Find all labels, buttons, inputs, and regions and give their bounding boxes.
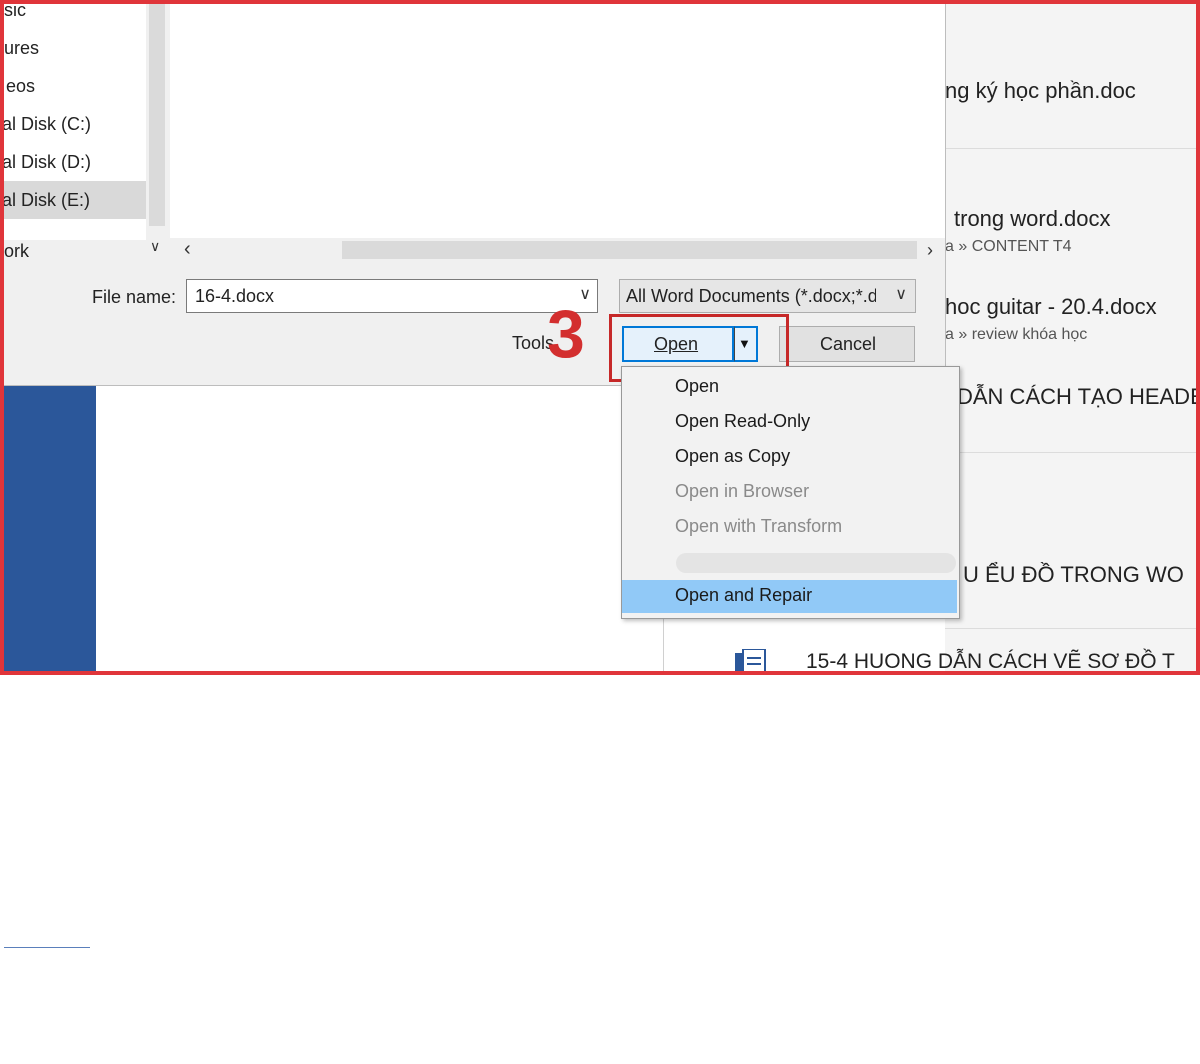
recent-separator [945, 628, 1200, 629]
sidebar-divider [4, 947, 90, 948]
nav-item-videos[interactable]: eos [0, 67, 146, 105]
chevron-down-icon[interactable]: ∨ [895, 284, 907, 304]
recent-item-path: a » CONTENT T4 [945, 238, 1072, 255]
word-doc-icon [735, 649, 766, 675]
nav-item-disk-e[interactable]: al Disk (E:) [0, 181, 146, 219]
nav-scrollbar[interactable]: ∨ [146, 0, 168, 265]
file-type-value: All Word Documents (*.docx;*.d [626, 286, 876, 306]
cancel-button-label: Cancel [819, 334, 877, 354]
recent-item-title: DẪN CÁCH TẠO HEADE [957, 384, 1200, 409]
scroll-right-icon[interactable]: › [927, 240, 933, 261]
file-name-input[interactable]: 16-4.docx ∨ [186, 279, 598, 313]
scrollbar-thumb[interactable] [149, 0, 165, 226]
nav-item-disk-c[interactable]: al Disk (C:) [0, 105, 146, 143]
menu-item-open-in-browser: Open in Browser [675, 481, 810, 501]
recent-item[interactable]: 15-4 HUONG DẪN CÁCH VẼ SƠ ĐỒ T [720, 643, 1200, 675]
scrollbar-thumb[interactable] [342, 241, 917, 259]
recent-item-title: ng ký học phần.doc [945, 78, 1136, 103]
recent-item-title: U ỂU ĐỒ TRONG WO [963, 562, 1184, 587]
sidebar-item-account[interactable]: nt [4, 982, 18, 1002]
navigation-pane: sic ures eos al Disk (C:) al Disk (D:) a… [0, 0, 146, 261]
file-type-select[interactable]: All Word Documents (*.docx;*.d ∨ [619, 279, 916, 313]
recent-item-title: trong word.docx [954, 206, 1111, 231]
nav-item-disk-d[interactable]: al Disk (D:) [0, 143, 146, 181]
open-options-menu: Open Open Read-Only Open as Copy Open in… [621, 366, 960, 619]
recent-item-title: hoc guitar - 20.4.docx [945, 294, 1157, 319]
chevron-down-icon[interactable]: ∨ [150, 238, 160, 255]
nav-item-music[interactable]: sic [0, 0, 146, 29]
menu-item-open[interactable]: Open [622, 371, 957, 404]
menu-item-open-and-repair[interactable]: Open and Repair [622, 580, 957, 613]
scroll-left-icon[interactable]: ‹ [184, 238, 191, 261]
file-list-pane[interactable] [170, 0, 945, 238]
file-name-value: 16-4.docx [195, 286, 275, 306]
recent-separator [945, 148, 1200, 149]
nav-item-pictures[interactable]: ures [0, 29, 146, 67]
sidebar-item-feedback[interactable]: ck [4, 1044, 21, 1064]
open-file-dialog: sic ures eos al Disk (C:) al Disk (D:) a… [0, 0, 946, 386]
recent-item-title: 15-4 HUONG DẪN CÁCH VẼ SƠ ĐỒ T [806, 650, 1175, 673]
menu-item-open-read-only[interactable]: Open Read-Only [622, 406, 957, 439]
horizontal-scrollbar[interactable]: ‹ › [170, 238, 945, 262]
menu-item-open-with-transform: Open with Transform [675, 516, 843, 536]
recent-item-path: a » review khóa học [945, 326, 1088, 343]
recent-separator [945, 452, 1200, 453]
file-name-label: File name: [92, 287, 177, 307]
nav-item-network[interactable]: ork [0, 232, 146, 270]
backstage-sidebar: nt ck [0, 385, 96, 1063]
menu-item-open-as-copy[interactable]: Open as Copy [622, 441, 957, 474]
step-number: 3 [547, 296, 585, 372]
cancel-button[interactable]: Cancel [779, 326, 915, 362]
recent-documents: ng ký học phần.doc trong word.docx a » C… [945, 0, 1200, 675]
blurred-menu-item [676, 553, 956, 573]
